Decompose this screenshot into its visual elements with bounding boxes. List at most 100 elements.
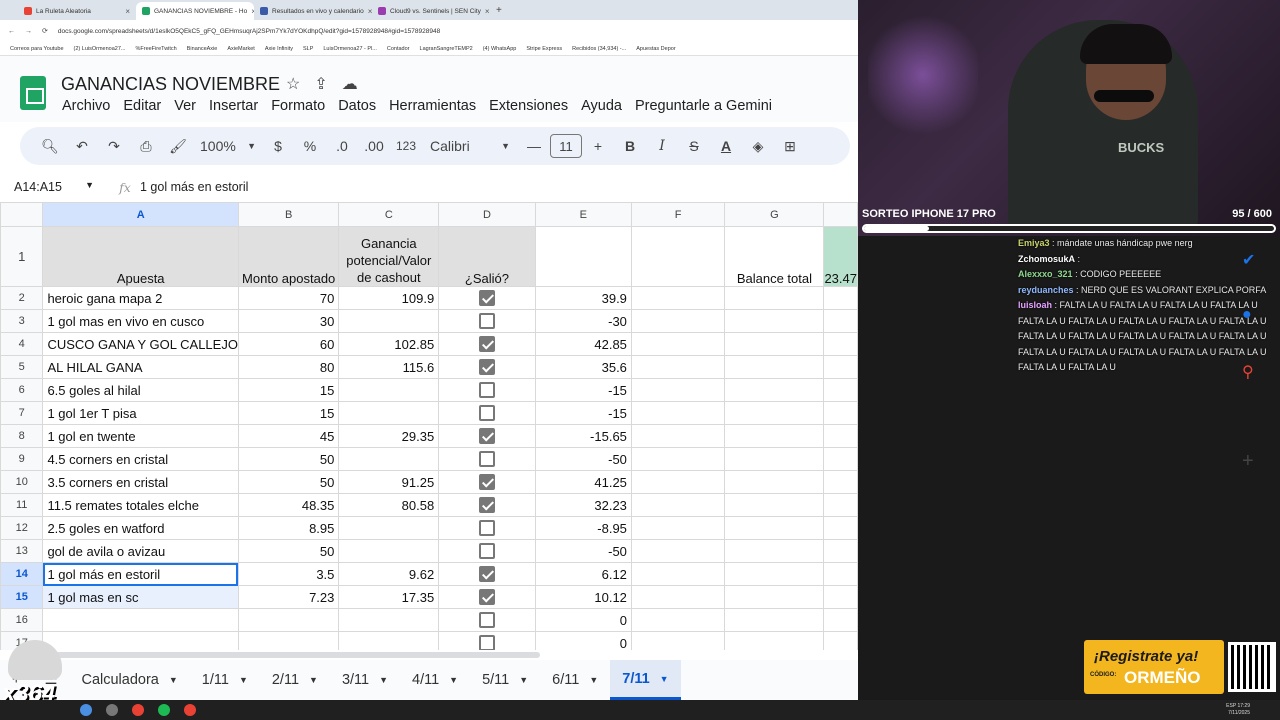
cell-empty[interactable] xyxy=(630,631,726,650)
cell-monto[interactable]: 50 xyxy=(237,447,340,471)
cell-empty[interactable] xyxy=(724,401,825,425)
cell-empty[interactable] xyxy=(630,332,726,356)
cell-empty[interactable] xyxy=(630,608,726,632)
cell-balance[interactable]: 39.9 xyxy=(534,286,632,310)
menu-item[interactable]: Preguntarle a Gemini xyxy=(635,98,772,114)
cell-empty[interactable] xyxy=(724,332,825,356)
cell-monto[interactable]: 70 xyxy=(237,286,340,310)
cell-empty[interactable] xyxy=(724,608,825,632)
menu-item[interactable]: Insertar xyxy=(209,98,258,114)
cell-apuesta[interactable]: 1 gol 1er T pisa xyxy=(42,401,239,425)
cell-balance[interactable]: -50 xyxy=(534,539,632,563)
font-select[interactable]: Calibri ▼ xyxy=(422,132,518,160)
add-addon-icon[interactable]: + xyxy=(1242,450,1254,473)
cell-salio[interactable] xyxy=(438,424,536,448)
row-header[interactable]: 12 xyxy=(0,516,44,540)
checkbox[interactable] xyxy=(478,543,495,560)
cell-salio[interactable] xyxy=(438,309,536,333)
spreadsheet-grid[interactable]: ABCDEFG 1 Apuesta Monto apostado Gananci… xyxy=(0,202,858,650)
percent-button[interactable]: % xyxy=(294,132,326,160)
currency-button[interactable]: $ xyxy=(262,132,294,160)
cell-salio[interactable] xyxy=(438,585,536,609)
undo-icon[interactable]: ↶ xyxy=(66,132,98,160)
bookmark-item[interactable]: LuisOrmenoa27 - Pl... xyxy=(323,46,377,52)
cell-salio[interactable] xyxy=(438,332,536,356)
chevron-down-icon[interactable]: ▼ xyxy=(239,675,248,685)
cell-balance[interactable]: -8.95 xyxy=(534,516,632,540)
move-folder-icon[interactable]: ⇪ xyxy=(314,74,327,94)
formula-input[interactable]: 1 gol más en estoril xyxy=(140,180,248,194)
cell-monto[interactable] xyxy=(237,631,340,650)
cell-apuesta[interactable]: 2.5 goles en watford xyxy=(42,516,239,540)
bookmark-item[interactable]: Correos para Youtube xyxy=(10,46,64,52)
corner-cell[interactable] xyxy=(0,202,44,227)
cell-empty[interactable] xyxy=(823,309,858,333)
cell-E1[interactable] xyxy=(534,226,632,287)
spotify-icon[interactable] xyxy=(158,704,170,716)
checkbox[interactable] xyxy=(478,359,495,376)
cell-empty[interactable] xyxy=(724,424,825,448)
cell-empty[interactable] xyxy=(823,539,858,563)
cell-salio[interactable] xyxy=(438,378,536,402)
cell-ganancia[interactable]: 91.25 xyxy=(338,470,440,494)
cell-salio[interactable] xyxy=(438,355,536,379)
checkbox[interactable] xyxy=(478,497,495,514)
cell-empty[interactable] xyxy=(823,332,858,356)
cell-empty[interactable] xyxy=(630,401,726,425)
checkbox[interactable] xyxy=(478,290,495,307)
cell-monto[interactable]: 50 xyxy=(237,539,340,563)
bold-icon[interactable]: B xyxy=(614,132,646,160)
cell-ganancia[interactable] xyxy=(338,631,440,650)
checkbox[interactable] xyxy=(478,635,495,650)
checkbox[interactable] xyxy=(478,589,495,606)
sheet-tab[interactable]: 4/11 ▼ xyxy=(400,660,470,700)
cell-empty[interactable] xyxy=(823,424,858,448)
row-header[interactable]: 10 xyxy=(0,470,44,494)
cell-balance[interactable]: 6.12 xyxy=(534,562,632,586)
sheet-tab[interactable]: 3/11 ▼ xyxy=(330,660,400,700)
cell-apuesta[interactable]: 3.5 corners en cristal xyxy=(42,470,239,494)
name-box[interactable]: A14:A15 ▼ xyxy=(0,180,102,194)
column-header[interactable]: B xyxy=(237,202,340,227)
system-tray[interactable]: ESP 17:29 7/11/2025 xyxy=(1226,703,1250,717)
cell-empty[interactable] xyxy=(630,286,726,310)
cell-empty[interactable] xyxy=(630,424,726,448)
sheet-tab[interactable]: 7/11 ▼ xyxy=(610,660,681,700)
cell-monto[interactable]: 15 xyxy=(237,401,340,425)
cell-balance[interactable]: 41.25 xyxy=(534,470,632,494)
cell-salio[interactable] xyxy=(438,401,536,425)
taskbar-app-icon[interactable] xyxy=(106,704,118,716)
header-salio[interactable]: ¿Salió? xyxy=(438,226,536,287)
chevron-down-icon[interactable]: ▼ xyxy=(519,675,528,685)
sheet-tab[interactable]: 5/11 ▼ xyxy=(470,660,540,700)
bookmark-item[interactable]: Recibidos (34,934) -... xyxy=(572,46,626,52)
cell-empty[interactable] xyxy=(724,493,825,517)
cell-ganancia[interactable] xyxy=(338,401,440,425)
cell-apuesta[interactable]: 1 gol más en estoril xyxy=(42,562,239,586)
row-header[interactable]: 4 xyxy=(0,332,44,356)
cell-apuesta[interactable]: 1 gol en twente xyxy=(42,424,239,448)
cell-empty[interactable] xyxy=(724,286,825,310)
cell-monto[interactable]: 60 xyxy=(237,332,340,356)
cell-monto[interactable]: 15 xyxy=(237,378,340,402)
star-icon[interactable]: ☆ xyxy=(286,74,300,94)
cell-empty[interactable] xyxy=(630,539,726,563)
column-header[interactable]: E xyxy=(534,202,632,227)
cell-salio[interactable] xyxy=(438,286,536,310)
cell-apuesta[interactable]: 6.5 goles al hilal xyxy=(42,378,239,402)
search-icon[interactable]: 🔍︎ xyxy=(34,132,66,160)
cell-apuesta[interactable]: 11.5 remates totales elche xyxy=(42,493,239,517)
browser-tab[interactable]: GANANCIAS NOVIEMBRE - Ho × xyxy=(136,2,254,20)
chevron-down-icon[interactable]: ▼ xyxy=(660,674,669,684)
sheet-tab[interactable]: 6/11 ▼ xyxy=(540,660,610,700)
checkbox[interactable] xyxy=(478,451,495,468)
print-icon[interactable]: ⎙ xyxy=(130,132,162,160)
checkbox[interactable] xyxy=(478,566,495,583)
menu-item[interactable]: Ayuda xyxy=(581,98,622,114)
menu-item[interactable]: Herramientas xyxy=(389,98,476,114)
cell-apuesta[interactable]: CUSCO GANA Y GOL CALLEJO xyxy=(42,332,239,356)
cell-apuesta[interactable]: 4.5 corners en cristal xyxy=(42,447,239,471)
menu-item[interactable]: Archivo xyxy=(62,98,110,114)
bookmark-item[interactable]: (2) LuisOrmenoa27... xyxy=(74,46,126,52)
cell-empty[interactable] xyxy=(630,493,726,517)
